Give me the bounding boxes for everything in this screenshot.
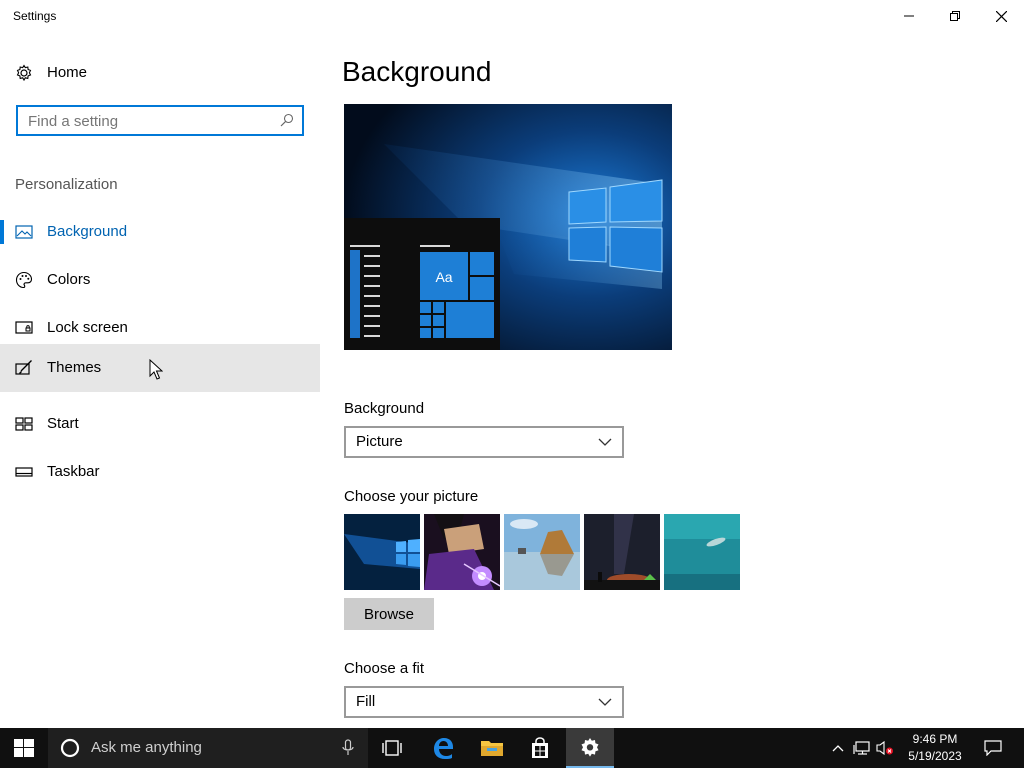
microphone-icon[interactable] [342,739,354,757]
background-type-dropdown[interactable]: Picture [344,426,624,458]
task-view-icon [382,740,402,756]
search-box[interactable] [16,105,304,136]
show-hidden-icons-button[interactable] [828,728,848,768]
thumbnail-beach[interactable] [504,514,580,590]
gear-icon [581,738,599,757]
edge-icon [434,738,453,759]
picture-thumbnails [344,514,740,590]
notification-icon [984,740,1002,756]
browse-button[interactable]: Browse [344,598,434,630]
taskbar-clock[interactable]: 9:46 PM 5/19/2023 [898,731,972,765]
sidebar-item-label: Start [47,415,79,432]
lock-screen-icon [15,321,33,334]
restore-icon [950,11,960,21]
desktop-preview: Aa [344,104,672,350]
cortana-icon [60,738,80,758]
windows-logo-icon [14,739,34,757]
sidebar-item-label: Themes [47,359,102,376]
settings-taskbar-button[interactable] [566,728,614,768]
background-type-label: Background [344,400,425,417]
chevron-down-icon [598,438,612,446]
file-explorer-button[interactable] [468,728,516,768]
sidebar-item-label: Colors [47,271,91,288]
minimize-button[interactable] [886,0,932,32]
volume-muted-icon [876,740,893,756]
cortana-search-text: Ask me anything [91,739,202,756]
choose-fit-label: Choose a fit [344,660,425,677]
title-bar: Settings [0,0,1024,32]
start-button[interactable] [0,728,48,768]
preview-tile-text: Aa [435,269,452,285]
store-button[interactable] [516,728,564,768]
sidebar-item-label: Lock screen [47,319,128,336]
close-icon [995,10,1007,22]
sidebar-item-label: Taskbar [47,463,100,480]
sidebar-item-taskbar[interactable]: Taskbar [0,448,320,496]
store-icon [532,737,548,758]
network-icon [853,741,870,755]
palette-icon [15,271,33,289]
taskbar: Ask me anything 9:46 PM 5/19/2023 [0,728,1024,768]
sidebar-item-colors[interactable]: Colors [0,256,320,304]
page-title: Background [342,56,492,87]
start-tiles-icon [15,417,33,431]
selection-indicator [0,220,4,244]
home-nav-item[interactable]: Home [0,60,320,86]
clock-time: 9:46 PM [912,732,958,746]
chevron-up-icon [832,745,844,752]
action-center-button[interactable] [978,728,1008,768]
main-content: Background Aa Background Picture Choose … [320,32,1024,728]
taskbar-icon [15,467,33,477]
thumbnail-underwater[interactable] [664,514,740,590]
choose-picture-label: Choose your picture [344,488,479,505]
sidebar: Home Personalization Background Colors [0,32,320,728]
brush-icon [15,360,32,375]
network-button[interactable] [850,728,874,768]
mouse-cursor-icon [149,359,163,380]
window-title: Settings [13,9,57,23]
edge-browser-button[interactable] [419,728,467,768]
minimize-icon [904,15,914,17]
clock-date: 5/19/2023 [908,749,962,763]
volume-button[interactable] [874,728,896,768]
thumbnail-windows-hero[interactable] [344,514,420,590]
sidebar-item-start[interactable]: Start [0,400,320,448]
chevron-down-icon [598,698,612,706]
cortana-search-box[interactable]: Ask me anything [48,728,368,768]
close-button[interactable] [978,0,1024,32]
fit-dropdown[interactable]: Fill [344,686,624,718]
home-label: Home [47,64,88,81]
background-type-value: Picture [356,433,403,450]
sidebar-item-label: Background [47,223,128,240]
fit-value: Fill [356,693,376,710]
folder-icon [481,741,503,756]
gear-icon [16,64,32,82]
task-view-button[interactable] [368,728,416,768]
thumbnail-anime[interactable] [424,514,500,590]
thumbnail-night-sky[interactable] [584,514,660,590]
search-input[interactable] [28,111,268,131]
search-icon [280,113,294,127]
sidebar-item-background[interactable]: Background [0,208,320,256]
section-header: Personalization [15,176,118,193]
restore-button[interactable] [932,0,978,32]
picture-icon [15,225,33,239]
